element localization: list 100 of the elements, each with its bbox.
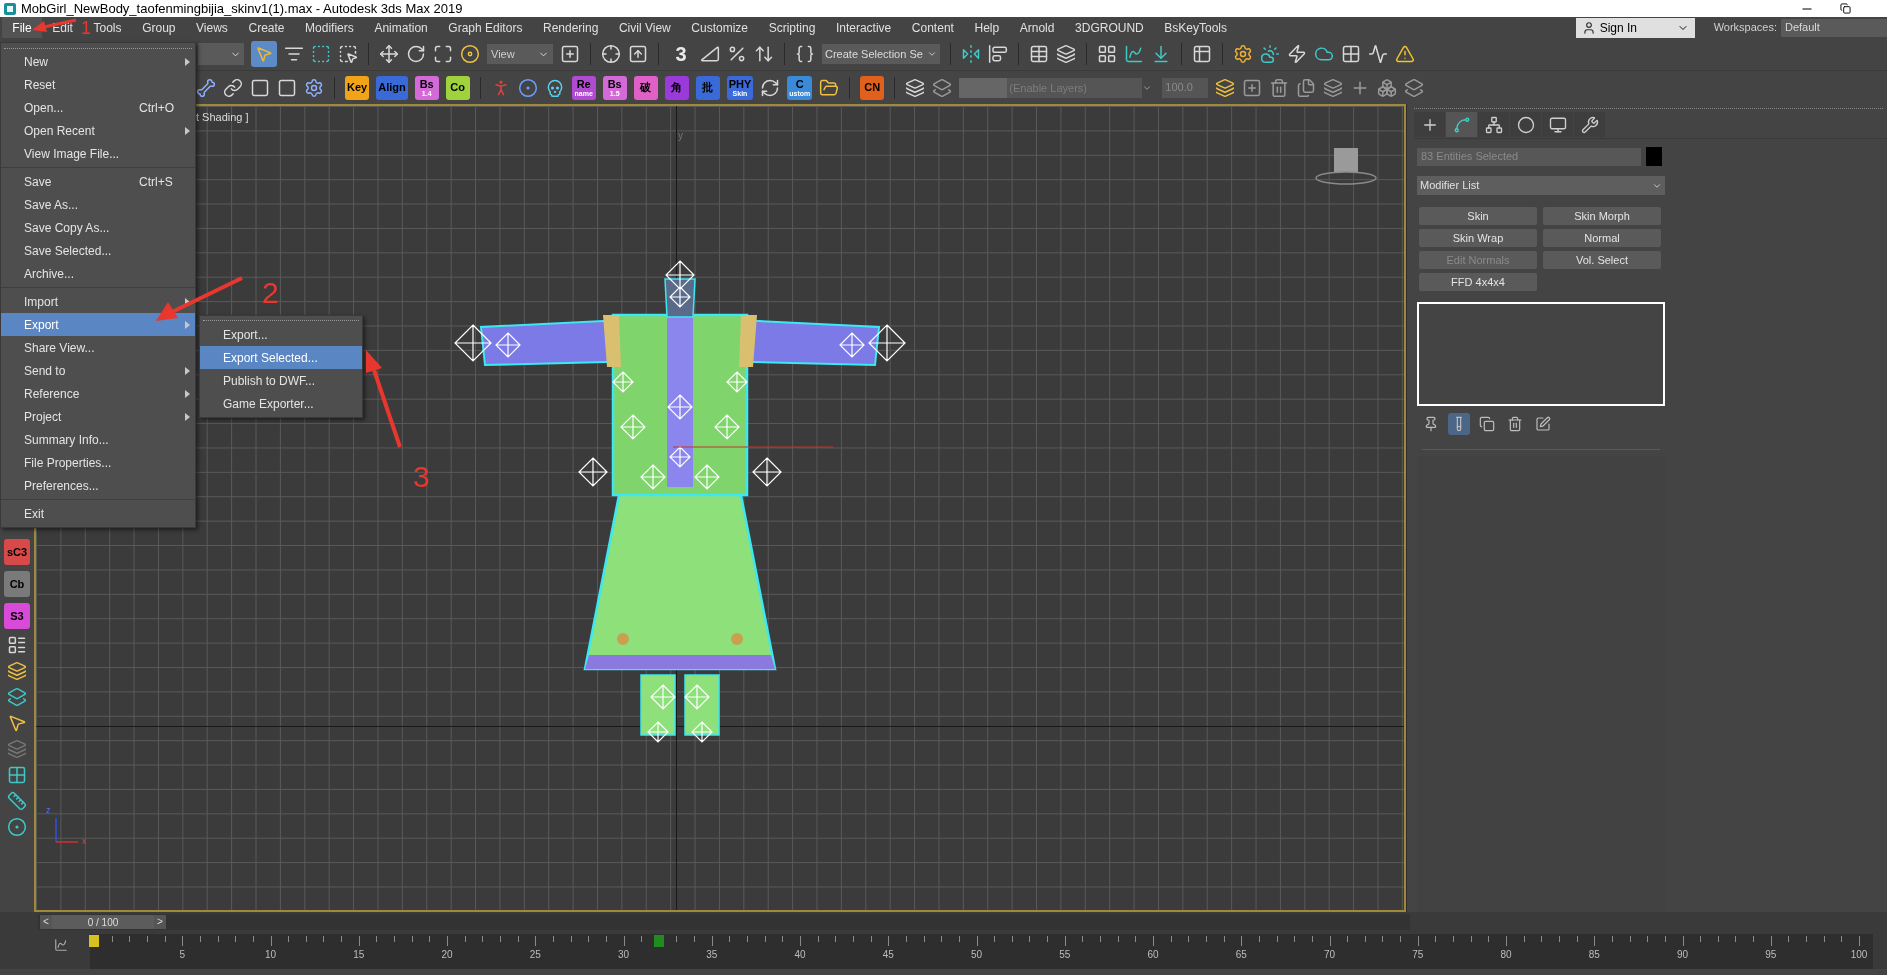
keyframe-marker[interactable] [653, 935, 664, 947]
snap-toggle[interactable]: 3 [669, 44, 693, 64]
rotate-icon[interactable] [406, 44, 426, 64]
curve-editor-icon[interactable] [1124, 44, 1144, 64]
script-button[interactable]: Key [345, 75, 370, 100]
script-button[interactable]: 角 [664, 75, 689, 100]
gear-icon[interactable] [1233, 44, 1253, 64]
workspace-field[interactable]: Default [1781, 18, 1887, 37]
menu-item[interactable]: Customize [681, 17, 759, 38]
dashed-square-icon[interactable] [338, 44, 358, 64]
scale-icon[interactable] [433, 44, 453, 64]
script-button[interactable]: S3 [4, 603, 30, 629]
download-icon[interactable] [1151, 44, 1171, 64]
restore-icon[interactable] [1840, 3, 1851, 14]
menu-option[interactable]: Export... [200, 323, 362, 346]
named-selection-dropdown[interactable]: Create Selection Se [822, 44, 940, 64]
panel-tab[interactable] [1478, 112, 1509, 137]
modifier-button[interactable]: Skin Wrap [1419, 229, 1537, 247]
menu-option[interactable]: Exit [1, 502, 195, 525]
menu-item[interactable]: Arnold [1009, 17, 1065, 38]
script-button[interactable]: Align [376, 75, 408, 100]
panel-tab[interactable] [1574, 112, 1605, 137]
menu-item[interactable]: Animation [364, 17, 439, 38]
menu-item[interactable]: Scripting [758, 17, 826, 38]
refresh-icon[interactable] [760, 77, 781, 98]
boxes-icon[interactable] [1377, 77, 1398, 98]
modifier-list-dropdown[interactable]: Modifier List [1417, 176, 1665, 195]
script-button[interactable]: 破 [633, 75, 658, 100]
circle-icon[interactable] [517, 77, 538, 98]
grid-icon[interactable] [7, 765, 27, 785]
previous-frame-button[interactable]: < [40, 915, 52, 929]
up-down-arrows-icon[interactable] [754, 44, 774, 64]
panel-tab[interactable] [1414, 112, 1445, 137]
link-icon[interactable] [223, 77, 243, 98]
move-icon[interactable] [379, 44, 399, 64]
modifier-stack[interactable] [1417, 302, 1665, 406]
menu-item[interactable]: Rendering [532, 17, 609, 38]
table-icon[interactable] [1029, 44, 1049, 64]
menu-option[interactable]: Export [1, 313, 195, 336]
view-dropdown[interactable]: View [487, 44, 553, 64]
menu-option[interactable]: Publish to DWF... [200, 369, 362, 392]
script-button[interactable]: 批 [695, 75, 720, 100]
files-icon[interactable] [1296, 77, 1317, 98]
align-icon[interactable] [988, 44, 1008, 64]
script-button[interactable]: Co [445, 75, 470, 100]
gear-icon[interactable] [304, 77, 324, 98]
modifier-button[interactable]: FFD 4x4x4 [1419, 273, 1537, 291]
grid-icon[interactable] [1097, 44, 1117, 64]
crosshair-icon[interactable] [601, 44, 621, 64]
stack-tool-button[interactable] [1448, 413, 1470, 435]
mirror-icon[interactable] [961, 44, 981, 64]
circle-icon[interactable] [7, 817, 27, 837]
keyframe-marker[interactable] [89, 935, 99, 947]
sign-in-button[interactable]: Sign In [1575, 17, 1695, 38]
grid-icon[interactable] [1341, 44, 1361, 64]
menu-option[interactable]: Game Exporter... [200, 392, 362, 415]
menu-option[interactable]: Reset [1, 73, 195, 96]
lightning-icon[interactable] [1287, 44, 1307, 64]
viewport-label[interactable]: t Shading ] [196, 109, 249, 126]
panel-tab[interactable] [1446, 112, 1477, 137]
menu-item[interactable]: Graph Editors [438, 17, 533, 38]
ruler-icon[interactable] [7, 791, 27, 811]
table-icon[interactable] [1192, 44, 1212, 64]
menu-option[interactable]: New [1, 50, 195, 73]
dashed-square-icon[interactable] [311, 44, 331, 64]
menu-item[interactable]: Views [185, 17, 239, 38]
modifier-button[interactable]: Vol. Select [1543, 251, 1661, 269]
menu-item[interactable]: 3DGROUND [1064, 17, 1154, 38]
cursor-icon[interactable] [7, 713, 27, 733]
warning-icon[interactable] [1395, 44, 1415, 64]
menu-item[interactable]: Interactive [825, 17, 902, 38]
script-button[interactable]: sC3 [4, 539, 30, 565]
disc-icon[interactable] [460, 44, 480, 64]
menu-item[interactable]: Create [238, 17, 295, 38]
modifier-button[interactable]: Normal [1543, 229, 1661, 247]
panel-tab[interactable] [1542, 112, 1573, 137]
layer-swatch[interactable] [959, 77, 1008, 98]
cloud-icon[interactable] [1314, 44, 1334, 64]
list-icon[interactable] [284, 44, 304, 64]
arrow-square-icon[interactable] [628, 44, 648, 64]
modifier-button[interactable]: Skin [1419, 207, 1537, 225]
script-button[interactable]: Cb [4, 571, 30, 597]
script-button[interactable]: CN [860, 75, 885, 100]
color-swatch[interactable] [1646, 147, 1662, 166]
menu-item[interactable]: Help [964, 17, 1010, 38]
bone-icon[interactable] [196, 77, 216, 98]
square-plus-icon[interactable] [1242, 77, 1263, 98]
folder-icon[interactable] [819, 77, 840, 98]
menu-item[interactable]: Modifiers [294, 17, 365, 38]
menu-item[interactable]: File [2, 17, 42, 38]
menu-option[interactable]: Export Selected... [200, 346, 362, 369]
angle-icon[interactable] [700, 44, 720, 64]
braces-icon[interactable] [795, 44, 815, 64]
square-plus-icon[interactable] [560, 44, 580, 64]
menu-item[interactable]: BsKeyTools [1154, 17, 1238, 38]
menu-item[interactable]: Content [901, 17, 965, 38]
menu-item[interactable]: Group [131, 17, 186, 38]
panel-tab[interactable] [1510, 112, 1541, 137]
menu-item[interactable]: Civil View [608, 17, 682, 38]
percent-icon[interactable] [727, 44, 747, 64]
